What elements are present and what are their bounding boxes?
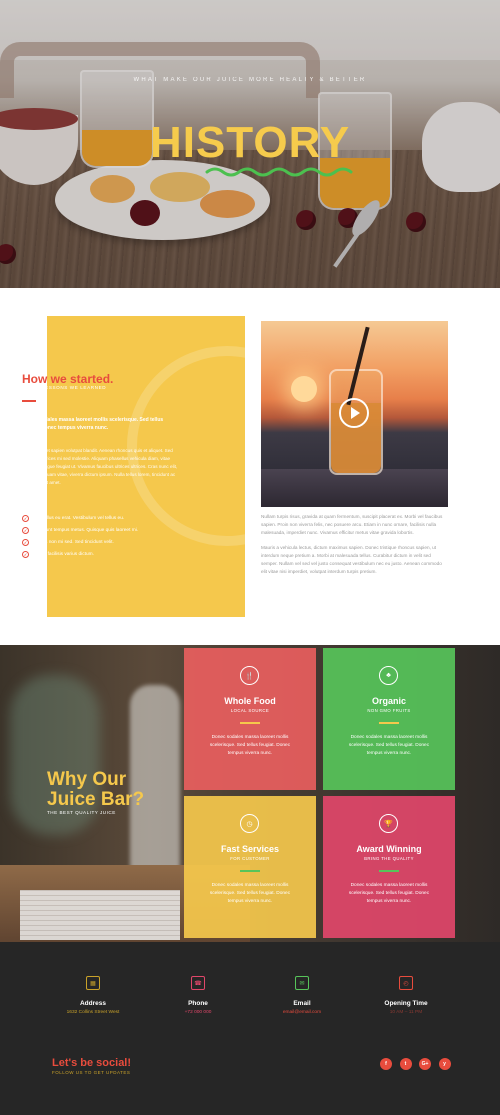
tile-body: Donec sodales massa laoreet mollis scele… xyxy=(348,883,430,904)
divider-line xyxy=(240,722,260,724)
divider-line xyxy=(379,870,399,872)
tile-body: Donec sodales massa laoreet mollis scele… xyxy=(209,883,291,904)
tile-subtitle: NON GMO FRUITS xyxy=(367,708,411,713)
contact-label: Opening Time xyxy=(384,1000,428,1007)
leaf-person-icon: ♣ xyxy=(379,666,398,685)
clock-icon: ◴ xyxy=(399,976,413,990)
trophy-icon: 🏆 xyxy=(379,814,398,833)
map-icon: ▦ xyxy=(86,976,100,990)
story-lead-text: Donec sodales massa laoreet mollis scele… xyxy=(22,417,164,431)
hero-tagline: WHAT MAKE OUR JUICE MORE HEALTY & BETTER xyxy=(133,77,367,83)
list-item: ✓ Tincidunt tempus metus. Quisque quis la… xyxy=(22,526,139,534)
play-icon xyxy=(351,407,360,419)
tile-title: Organic xyxy=(371,696,406,706)
story-title: How we started. xyxy=(22,372,114,386)
timer-icon: ◷ xyxy=(240,814,259,833)
utensils-icon: 🍴 xyxy=(240,666,259,685)
tile-body: Donec sodales massa laoreet mollis scele… xyxy=(209,735,291,756)
google-plus-icon[interactable]: G+ xyxy=(419,1058,431,1070)
check-circle-icon: ✓ xyxy=(22,550,29,558)
why-subtitle: THE BEST QUALITY JUICE xyxy=(47,810,116,815)
hero-section: WHAT MAKE OUR JUICE MORE HEALTY & BETTER… xyxy=(0,0,500,288)
check-circle-icon: ✓ xyxy=(22,526,29,534)
tile-subtitle: LOCAL SOURCE xyxy=(230,708,270,713)
wave-divider-icon xyxy=(205,167,353,177)
envelope-icon: ✉ xyxy=(295,976,309,990)
contact-value: 1632 Collins Street West xyxy=(66,1010,120,1015)
social-title: Let's be social! xyxy=(52,1057,132,1069)
tile-title: Fast Services xyxy=(220,844,280,854)
social-icons: f t G+ y xyxy=(380,1058,458,1070)
story-subtitle: TIPS & LESSONS WE LEARNED xyxy=(22,385,107,390)
contact-label: Email xyxy=(293,1000,311,1007)
list-item: ✓ Phasellus eu erat. Vestibulum vel tellu… xyxy=(22,514,125,522)
contact-label: Address xyxy=(79,1000,106,1007)
feature-tile-award-winning: 🏆 Award Winning BRING THE QUALITY Donec … xyxy=(323,796,455,938)
tile-body: Donec sodales massa laoreet mollis scele… xyxy=(348,735,430,756)
list-item: ✓ Mauris non mi sed. Sed tincidunt velit. xyxy=(22,538,114,546)
contact-label: Phone xyxy=(188,1000,208,1007)
footer xyxy=(0,942,500,1115)
social-subtitle: FOLLOW US TO GET UPDATES xyxy=(52,1070,131,1075)
feature-tile-organic: ♣ Organic NON GMO FRUITS Donec sodales m… xyxy=(323,648,455,790)
email-link[interactable]: email@email.com xyxy=(252,1010,352,1015)
twitter-icon[interactable]: t xyxy=(399,1058,412,1070)
tile-subtitle: FOR CUSTOMER xyxy=(230,856,270,861)
tile-title: Award Winning xyxy=(356,844,422,854)
story-paragraphs: Nullam turpis risus, gravida at quam fer… xyxy=(261,513,448,583)
story-paragraph: Nullam turpis risus, gravida at quam fer… xyxy=(261,514,443,535)
story-bullet-list: ✓ Phasellus eu erat. Vestibulum vel tellu… xyxy=(22,512,192,560)
story-body-text: Vitae sit amet sapien volutpat blandit. … xyxy=(22,448,178,485)
tile-subtitle: BRING THE QUALITY xyxy=(364,856,414,861)
check-circle-icon: ✓ xyxy=(22,514,29,522)
story-paragraph: Mauris a vehicula lectus, dictum maximus… xyxy=(261,545,442,574)
sunset-image xyxy=(291,376,317,402)
napkin-image xyxy=(20,890,180,940)
video-thumbnail[interactable] xyxy=(261,321,448,507)
why-title: Why Our Juice Bar? xyxy=(47,769,145,810)
divider-line xyxy=(379,722,399,724)
list-item: ✓ Varius facilisis varius dictum. xyxy=(22,550,94,558)
facebook-icon[interactable]: f xyxy=(380,1058,392,1070)
play-button[interactable] xyxy=(339,398,369,428)
phone-icon: ☎ xyxy=(191,976,205,990)
check-circle-icon: ✓ xyxy=(22,538,29,546)
contact-value: 10 AM – 11 PM xyxy=(389,1010,423,1015)
tile-title: Whole Food xyxy=(224,696,276,706)
feature-tile-whole-food: 🍴 Whole Food LOCAL SOURCE Donec sodales … xyxy=(184,648,316,790)
contact-value[interactable]: +72 000 000 xyxy=(148,1010,248,1015)
divider-line xyxy=(22,400,36,402)
yelp-icon[interactable]: y xyxy=(438,1058,451,1070)
feature-tile-fast-services: ◷ Fast Services FOR CUSTOMER Donec sodal… xyxy=(184,796,316,938)
divider-line xyxy=(240,870,260,872)
hero-title: HISTORY xyxy=(149,118,351,167)
